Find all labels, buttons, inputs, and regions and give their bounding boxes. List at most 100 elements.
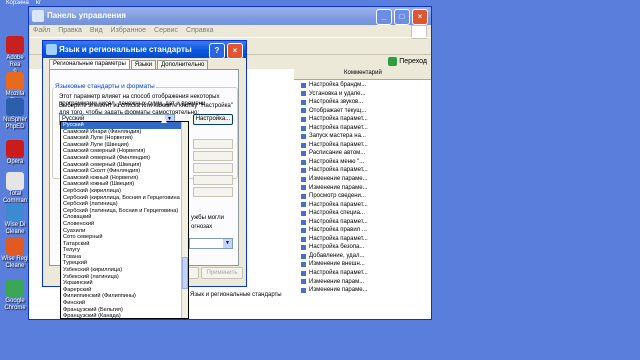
desktop-shortcut[interactable]: NuSpher PhpED [0,98,30,131]
menu-favorites[interactable]: Избранное [111,25,146,37]
desktop-shortcut[interactable]: Wise Regi Cleane [0,237,30,270]
dropdown-option[interactable]: Узбекский (латиница) [61,274,188,281]
desktop-shortcut[interactable]: Adobe Rea 9 [0,36,30,76]
dropdown-option[interactable]: Словенский [61,221,188,228]
location-select[interactable]: ▼ [189,238,233,249]
dropdown-option[interactable]: Сото северный [61,234,188,241]
dialog-titlebar[interactable]: Язык и региональные стандарты ? × [43,41,246,59]
list-item-comment: Просмотр сведени... [309,193,366,200]
list-item[interactable]: Изменение параме... [301,286,426,295]
dropdown-option[interactable]: Татарский [61,241,188,248]
list-item[interactable]: Настройка звуков... [301,98,426,107]
list-item[interactable]: Настройка парамет... [301,269,426,278]
dropdown-option[interactable]: Французский (Бельгия) [61,307,188,314]
dropdown-option[interactable]: Финский [61,300,188,307]
dropdown-option[interactable]: Саамский Луле (Норвегия) [61,135,188,142]
desktop-shortcut-label: NuSpher PhpED [3,117,27,130]
google-chrome-icon [6,279,24,297]
nusphere-icon [6,98,24,116]
applet-icon [301,185,306,191]
locale-dropdown-list[interactable]: Русский Саамский Инари (Финляндия) Саамски… [60,121,189,319]
list-item[interactable]: Настройка брандм... [301,81,426,90]
dropdown-option[interactable]: Узбекский (кириллица) [61,267,188,274]
go-button[interactable]: Переход [387,56,429,67]
dropdown-option[interactable]: Фарерский [61,287,188,294]
dropdown-option[interactable]: Саамский Сколт (Финляндия) [61,168,188,175]
dropdown-option[interactable]: Сербский (кириллица, Босния и Герцеговин… [61,195,188,202]
dialog-close-button[interactable]: × [227,43,243,59]
list-item[interactable]: Установка и удале... [301,90,426,99]
list-item[interactable]: Настройка парамет... [301,235,426,244]
list-item-comment: Настройка парамет... [309,167,368,174]
list-item[interactable]: Настройка парамет... [301,166,426,175]
list-item-comment: Установка и удале... [309,90,366,97]
dropdown-option[interactable]: Сербский (кириллица) [61,188,188,195]
list-item[interactable]: Настройка парамет... [301,218,426,227]
close-button[interactable]: × [412,9,428,25]
list-item[interactable]: Добавление, удал... [301,252,426,261]
dropdown-option[interactable]: Филиппинский (Филиппины) [61,293,188,300]
applet-icon [301,151,306,157]
recycle-bin-label[interactable]: Корзина [6,0,29,6]
list-item[interactable]: Настройка парамет... [301,124,426,133]
dropdown-option[interactable]: Французский (Канада) [61,313,188,318]
dropdown-option[interactable]: Саамский южный (Швеция) [61,181,188,188]
menu-tools[interactable]: Сервис [154,25,178,37]
list-item[interactable]: Настройка специа... [301,209,426,218]
menu-view[interactable]: Вид [90,25,103,37]
dropdown-option[interactable]: Саамский северный (Швеция) [61,162,188,169]
list-item[interactable]: Настройка парамет... [301,141,426,150]
dropdown-option[interactable]: Турецкий [61,260,188,267]
menu-help[interactable]: Справка [186,25,213,37]
list-item[interactable]: Настройка парамет... [301,115,426,124]
list-item[interactable]: Запуск мастера на... [301,132,426,141]
list-item-comment: Изменение парам... [309,278,365,285]
customize-button[interactable]: Настройка... [193,114,233,125]
dropdown-option[interactable]: Саамский северный (Финляндия) [61,155,188,162]
dropdown-option[interactable]: Суахили [61,228,188,235]
dropdown-option[interactable]: Саамский южный (Норвегия) [61,175,188,182]
dropdown-option[interactable]: Сербский (латиница, Босния и Герцеговина… [61,208,188,215]
list-item[interactable]: Настройка меню "... [301,158,426,167]
dropdown-scrollbar[interactable] [181,122,188,318]
desktop-shortcut[interactable]: Wise Di Cleane [0,203,30,236]
list-item[interactable]: Настройка парамет... [301,201,426,210]
applet-icon [301,142,306,148]
list-item[interactable]: Изменение парам... [301,278,426,287]
desktop-shortcut[interactable]: Google Chrome [0,279,30,312]
minimize-button[interactable]: _ [376,9,392,25]
dropdown-option[interactable]: Саамский Инари (Финляндия) [61,129,188,136]
dropdown-option[interactable]: Русский [61,122,188,129]
dropdown-option[interactable]: Словацкий [61,214,188,221]
list-item[interactable]: Изменение параме... [301,175,426,184]
desktop-shortcut[interactable]: Total Comman [0,172,30,205]
list-item[interactable]: Настройка правил ... [301,226,426,235]
list-item[interactable]: Просмотр сведени... [301,192,426,201]
dropdown-option[interactable]: Украинский [61,280,188,287]
applet-icon [301,279,306,285]
list-item[interactable]: Изменение внешн... [301,260,426,269]
dropdown-option[interactable]: Саамский северный (Норвегия) [61,148,188,155]
menu-edit[interactable]: Правка [58,25,82,37]
maximize-button[interactable]: □ [394,9,410,25]
list-item-regional-settings[interactable]: Язык и региональные стандарты [190,292,282,298]
menu-file[interactable]: Файл [33,25,50,37]
help-button[interactable]: ? [209,43,225,59]
dropdown-option[interactable]: Сербский (латиница) [61,201,188,208]
list-item-comment: Настройка парамет... [309,116,368,123]
list-item[interactable]: Изменение параме... [301,184,426,193]
desktop-shortcut[interactable]: Opera [0,140,30,166]
dropdown-option[interactable]: Саамский Луле (Швеция) [61,142,188,149]
wise-registry-cleaner-icon [6,237,24,255]
list-item[interactable]: Настройка безопа... [301,243,426,252]
dropdown-option[interactable]: Телугу [61,247,188,254]
apply-button[interactable]: Применить [201,267,243,279]
list-item[interactable]: Расписание автом... [301,149,426,158]
column-header-comment[interactable]: Комментарий [294,69,431,80]
control-panel-titlebar[interactable]: Панель управления _ □ × [29,7,431,25]
list-item[interactable]: Отображает текущ... [301,107,426,116]
list-item-comment: Запуск мастера на... [309,133,366,140]
chevron-down-icon[interactable]: ▼ [223,239,232,248]
scrollbar-thumb[interactable] [182,257,188,289]
dropdown-option[interactable]: Тсвана [61,254,188,261]
